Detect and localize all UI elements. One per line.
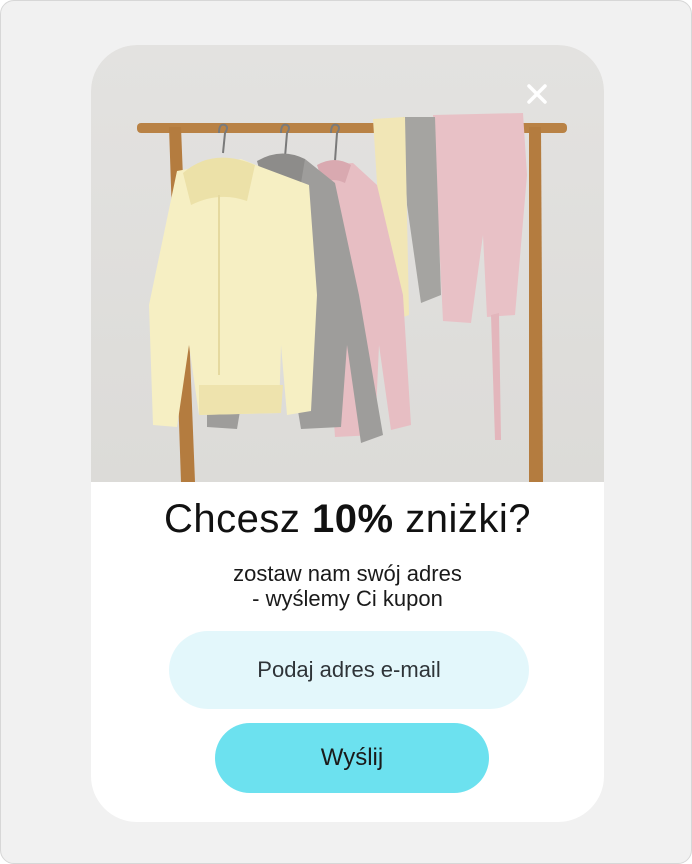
newsletter-popup: Chcesz 10% zniżki? zostaw nam swój adres… bbox=[91, 45, 604, 822]
hero-image bbox=[91, 45, 604, 482]
popup-subtitle: zostaw nam swój adres - wyślemy Ci kupon bbox=[91, 561, 604, 611]
page-background: Chcesz 10% zniżki? zostaw nam swój adres… bbox=[0, 0, 692, 864]
submit-button[interactable]: Wyślij bbox=[215, 723, 489, 793]
headline-discount: 10% bbox=[312, 497, 394, 541]
clothing-rack-illustration bbox=[137, 113, 567, 482]
subtitle-line-2: - wyślemy Ci kupon bbox=[252, 586, 443, 611]
headline-text: Chcesz bbox=[164, 497, 313, 541]
email-input[interactable] bbox=[169, 631, 529, 709]
close-button[interactable] bbox=[521, 78, 553, 110]
popup-headline: Chcesz 10% zniżki? bbox=[91, 497, 604, 542]
subtitle-line-1: zostaw nam swój adres bbox=[233, 561, 462, 586]
close-icon bbox=[527, 84, 547, 104]
headline-text-end: zniżki? bbox=[393, 497, 531, 541]
